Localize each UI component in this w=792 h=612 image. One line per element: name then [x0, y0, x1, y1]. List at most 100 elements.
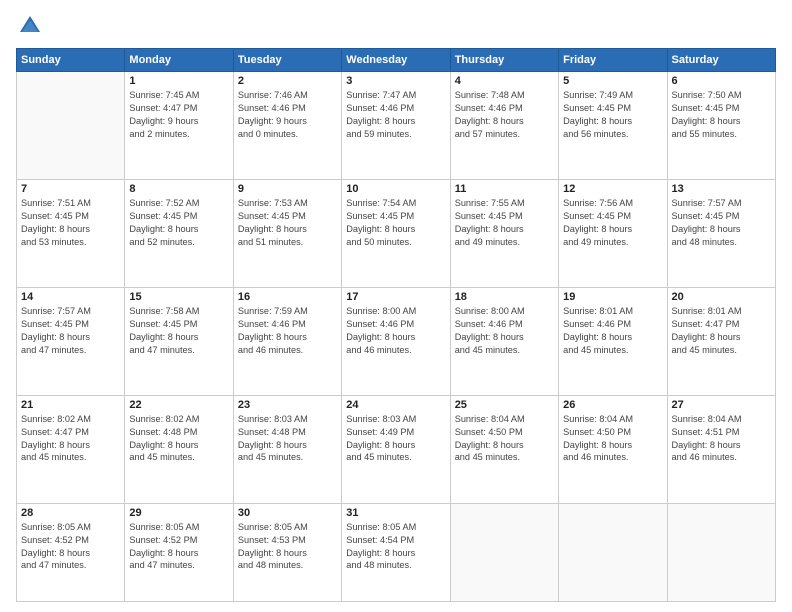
calendar-cell: 13 Sunrise: 7:57 AMSunset: 4:45 PMDayligh…: [667, 179, 775, 287]
day-number: 25: [455, 399, 554, 411]
calendar-cell: 17 Sunrise: 8:00 AMSunset: 4:46 PMDayligh…: [342, 287, 450, 395]
calendar-cell: 30 Sunrise: 8:05 AMSunset: 4:53 PMDayligh…: [233, 503, 341, 601]
day-number: 7: [21, 183, 120, 195]
calendar-cell: 16 Sunrise: 7:59 AMSunset: 4:46 PMDayligh…: [233, 287, 341, 395]
day-info: Sunrise: 8:05 AMSunset: 4:52 PMDaylight:…: [129, 521, 228, 573]
day-number: 24: [346, 399, 445, 411]
day-number: 28: [21, 507, 120, 519]
day-info: Sunrise: 8:03 AMSunset: 4:48 PMDaylight:…: [238, 413, 337, 465]
calendar-cell: [667, 503, 775, 601]
calendar-cell: 18 Sunrise: 8:00 AMSunset: 4:46 PMDayligh…: [450, 287, 558, 395]
calendar-table: SundayMondayTuesdayWednesdayThursdayFrid…: [16, 48, 776, 602]
day-info: Sunrise: 8:04 AMSunset: 4:51 PMDaylight:…: [672, 413, 771, 465]
calendar-cell: [450, 503, 558, 601]
calendar-cell: 7 Sunrise: 7:51 AMSunset: 4:45 PMDaylight…: [17, 179, 125, 287]
calendar-cell: 9 Sunrise: 7:53 AMSunset: 4:45 PMDaylight…: [233, 179, 341, 287]
calendar-cell: 11 Sunrise: 7:55 AMSunset: 4:45 PMDayligh…: [450, 179, 558, 287]
calendar-cell: 3 Sunrise: 7:47 AMSunset: 4:46 PMDaylight…: [342, 72, 450, 180]
calendar-cell: 26 Sunrise: 8:04 AMSunset: 4:50 PMDayligh…: [559, 395, 667, 503]
calendar-cell: 15Sunrise: 7:58 AMSunset: 4:45 PMDayligh…: [125, 287, 233, 395]
page-container: SundayMondayTuesdayWednesdayThursdayFrid…: [0, 0, 792, 612]
day-info: Sunrise: 8:01 AMSunset: 4:47 PMDaylight:…: [672, 305, 771, 357]
page-header: [16, 12, 776, 40]
calendar-cell: [559, 503, 667, 601]
day-number: 1: [129, 75, 228, 87]
calendar-cell: 23 Sunrise: 8:03 AMSunset: 4:48 PMDayligh…: [233, 395, 341, 503]
calendar-cell: 14 Sunrise: 7:57 AMSunset: 4:45 PMDayligh…: [17, 287, 125, 395]
day-info: Sunrise: 7:51 AMSunset: 4:45 PMDaylight:…: [21, 197, 120, 249]
day-info: Sunrise: 7:47 AMSunset: 4:46 PMDaylight:…: [346, 89, 445, 141]
calendar-header-row: SundayMondayTuesdayWednesdayThursdayFrid…: [17, 49, 776, 72]
day-info: Sunrise: 8:01 AMSunset: 4:46 PMDaylight:…: [563, 305, 662, 357]
day-info: Sunrise: 7:55 AMSunset: 4:45 PMDaylight:…: [455, 197, 554, 249]
day-info: Sunrise: 8:05 AMSunset: 4:54 PMDaylight:…: [346, 521, 445, 573]
calendar-cell: 8Sunrise: 7:52 AMSunset: 4:45 PMDaylight…: [125, 179, 233, 287]
calendar-cell: 19 Sunrise: 8:01 AMSunset: 4:46 PMDayligh…: [559, 287, 667, 395]
calendar-cell: 25 Sunrise: 8:04 AMSunset: 4:50 PMDayligh…: [450, 395, 558, 503]
day-number: 13: [672, 183, 771, 195]
calendar-cell: 31 Sunrise: 8:05 AMSunset: 4:54 PMDayligh…: [342, 503, 450, 601]
day-info: Sunrise: 7:53 AMSunset: 4:45 PMDaylight:…: [238, 197, 337, 249]
day-number: 5: [563, 75, 662, 87]
day-number: 30: [238, 507, 337, 519]
calendar-cell: 22 Sunrise: 8:02 AMSunset: 4:48 PMDayligh…: [125, 395, 233, 503]
day-number: 9: [238, 183, 337, 195]
day-number: 29: [129, 507, 228, 519]
calendar-day-header: Sunday: [17, 49, 125, 72]
calendar-day-header: Thursday: [450, 49, 558, 72]
calendar-cell: 20 Sunrise: 8:01 AMSunset: 4:47 PMDayligh…: [667, 287, 775, 395]
day-number: 19: [563, 291, 662, 303]
day-info: Sunrise: 8:00 AMSunset: 4:46 PMDaylight:…: [455, 305, 554, 357]
day-number: 16: [238, 291, 337, 303]
day-info: Sunrise: 8:02 AMSunset: 4:47 PMDaylight:…: [21, 413, 120, 465]
day-number: 4: [455, 75, 554, 87]
day-info: Sunrise: 7:52 AMSunset: 4:45 PMDaylight:…: [129, 197, 228, 249]
day-number: 26: [563, 399, 662, 411]
day-info: Sunrise: 8:05 AMSunset: 4:52 PMDaylight:…: [21, 521, 120, 573]
day-info: Sunrise: 7:45 AMSunset: 4:47 PMDaylight:…: [129, 89, 228, 141]
calendar-cell: 27Sunrise: 8:04 AMSunset: 4:51 PMDayligh…: [667, 395, 775, 503]
day-info: Sunrise: 7:49 AMSunset: 4:45 PMDaylight:…: [563, 89, 662, 141]
day-number: 23: [238, 399, 337, 411]
day-info: Sunrise: 7:56 AMSunset: 4:45 PMDaylight:…: [563, 197, 662, 249]
day-number: 18: [455, 291, 554, 303]
day-number: 17: [346, 291, 445, 303]
day-info: Sunrise: 7:46 AMSunset: 4:46 PMDaylight:…: [238, 89, 337, 141]
calendar-day-header: Monday: [125, 49, 233, 72]
calendar-day-header: Tuesday: [233, 49, 341, 72]
calendar-cell: 5 Sunrise: 7:49 AMSunset: 4:45 PMDaylight…: [559, 72, 667, 180]
day-info: Sunrise: 7:57 AMSunset: 4:45 PMDaylight:…: [21, 305, 120, 357]
calendar-cell: 28 Sunrise: 8:05 AMSunset: 4:52 PMDayligh…: [17, 503, 125, 601]
day-number: 31: [346, 507, 445, 519]
calendar-cell: 4 Sunrise: 7:48 AMSunset: 4:46 PMDaylight…: [450, 72, 558, 180]
day-info: Sunrise: 7:48 AMSunset: 4:46 PMDaylight:…: [455, 89, 554, 141]
day-info: Sunrise: 7:57 AMSunset: 4:45 PMDaylight:…: [672, 197, 771, 249]
logo: [16, 12, 48, 40]
day-info: Sunrise: 8:02 AMSunset: 4:48 PMDaylight:…: [129, 413, 228, 465]
logo-icon: [16, 12, 44, 40]
day-info: Sunrise: 8:05 AMSunset: 4:53 PMDaylight:…: [238, 521, 337, 573]
day-number: 21: [21, 399, 120, 411]
day-info: Sunrise: 7:54 AMSunset: 4:45 PMDaylight:…: [346, 197, 445, 249]
day-number: 3: [346, 75, 445, 87]
calendar-day-header: Friday: [559, 49, 667, 72]
calendar-cell: 10 Sunrise: 7:54 AMSunset: 4:45 PMDayligh…: [342, 179, 450, 287]
day-info: Sunrise: 8:04 AMSunset: 4:50 PMDaylight:…: [563, 413, 662, 465]
day-info: Sunrise: 8:00 AMSunset: 4:46 PMDaylight:…: [346, 305, 445, 357]
day-number: 11: [455, 183, 554, 195]
day-number: 20: [672, 291, 771, 303]
day-number: 12: [563, 183, 662, 195]
day-info: Sunrise: 7:50 AMSunset: 4:45 PMDaylight:…: [672, 89, 771, 141]
calendar-cell: 12 Sunrise: 7:56 AMSunset: 4:45 PMDayligh…: [559, 179, 667, 287]
day-info: Sunrise: 8:03 AMSunset: 4:49 PMDaylight:…: [346, 413, 445, 465]
day-info: Sunrise: 8:04 AMSunset: 4:50 PMDaylight:…: [455, 413, 554, 465]
calendar-cell: 29 Sunrise: 8:05 AMSunset: 4:52 PMDayligh…: [125, 503, 233, 601]
day-info: Sunrise: 7:59 AMSunset: 4:46 PMDaylight:…: [238, 305, 337, 357]
calendar-cell: 24 Sunrise: 8:03 AMSunset: 4:49 PMDayligh…: [342, 395, 450, 503]
day-number: 22: [129, 399, 228, 411]
calendar-day-header: Saturday: [667, 49, 775, 72]
calendar-cell: 2Sunrise: 7:46 AMSunset: 4:46 PMDaylight…: [233, 72, 341, 180]
calendar-cell: 1 Sunrise: 7:45 AMSunset: 4:47 PMDaylight…: [125, 72, 233, 180]
day-number: 14: [21, 291, 120, 303]
day-number: 10: [346, 183, 445, 195]
